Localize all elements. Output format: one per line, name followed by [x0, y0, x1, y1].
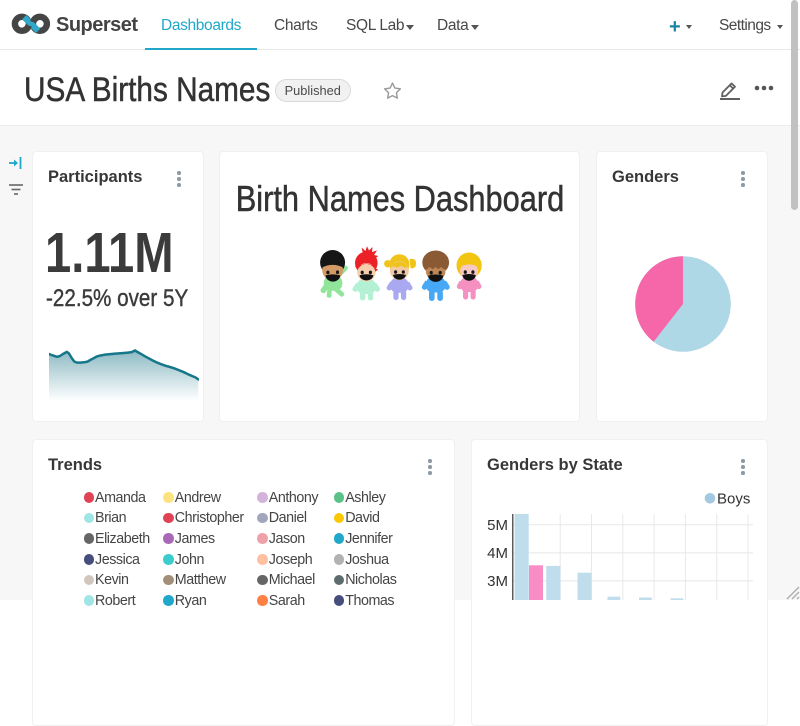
svg-text:4M: 4M	[487, 545, 508, 562]
svg-text:3M: 3M	[487, 573, 508, 590]
svg-text:5M: 5M	[487, 517, 508, 534]
svg-text:Boys: Boys	[717, 490, 750, 507]
